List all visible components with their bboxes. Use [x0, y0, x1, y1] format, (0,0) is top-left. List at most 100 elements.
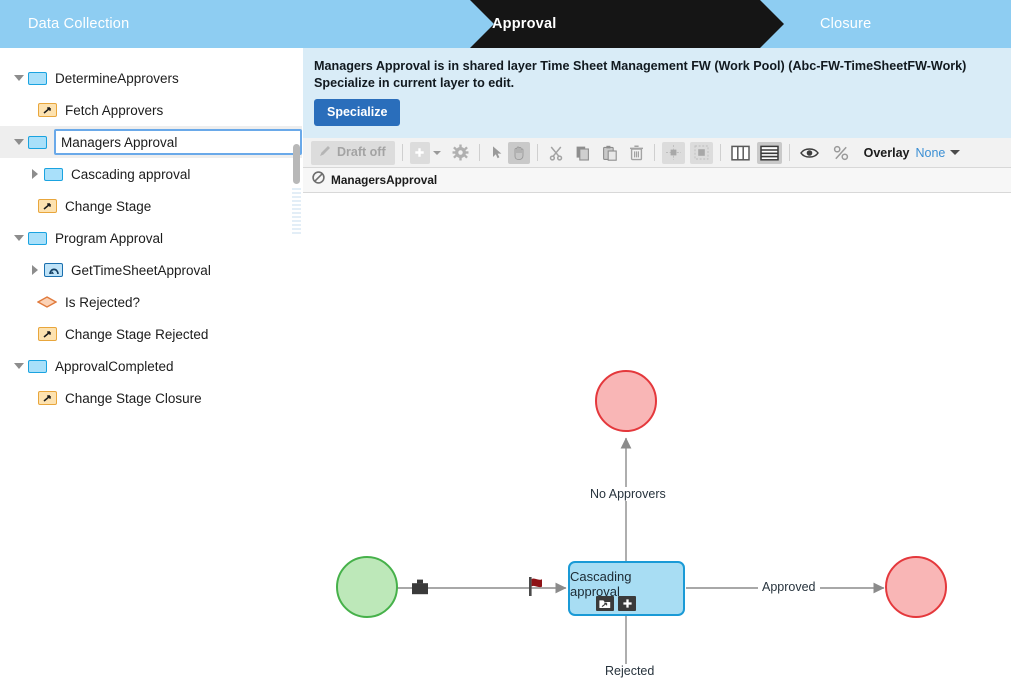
- stage-breadcrumb-bar: Data Collection Approval Closure: [0, 0, 1011, 48]
- twisty-down-icon[interactable]: [10, 139, 28, 145]
- breadcrumb-label: ManagersApproval: [331, 173, 438, 187]
- sidebar-scrollbar-thumb[interactable]: [293, 144, 300, 184]
- stage-item-data-collection[interactable]: Data Collection: [0, 0, 470, 48]
- tree-item-label: Program Approval: [55, 230, 164, 246]
- subprocess-badge-icon[interactable]: [596, 596, 614, 611]
- stage-icon: [28, 359, 47, 373]
- pan-tool-button[interactable]: [507, 141, 530, 164]
- chevron-down-icon[interactable]: [950, 150, 961, 155]
- task-icon: [38, 327, 57, 341]
- stage-tree-sidebar: DetermineApprovers Fetch Approvers Casca…: [0, 48, 303, 678]
- stage-icon: [28, 231, 47, 245]
- chevron-down-icon[interactable]: [432, 150, 441, 155]
- add-button[interactable]: [409, 141, 430, 164]
- stage-item-closure[interactable]: Closure: [790, 0, 1011, 48]
- preview-button[interactable]: [797, 142, 822, 164]
- end-node-approved[interactable]: [885, 556, 947, 618]
- main-panel: Managers Approval is in shared layer Tim…: [303, 48, 1011, 678]
- tree-item-gettimesheetapproval[interactable]: GetTimeSheetApproval: [0, 254, 302, 286]
- delete-button[interactable]: [626, 142, 647, 164]
- overlay-value[interactable]: None: [915, 146, 945, 160]
- columns-view-button[interactable]: [728, 142, 753, 164]
- task-icon: [38, 199, 57, 213]
- tree-item-label: Is Rejected?: [65, 294, 141, 310]
- diagram-toolbar: Draft off Overlay None: [303, 138, 1011, 168]
- stage-label: Closure: [820, 16, 872, 32]
- twisty-right-icon[interactable]: [26, 265, 44, 275]
- stage-item-approval[interactable]: Approval: [450, 0, 784, 48]
- stage-icon: [28, 71, 47, 85]
- draft-toggle-button[interactable]: Draft off: [311, 140, 395, 165]
- toolbar-divider: [719, 144, 721, 161]
- twisty-down-icon[interactable]: [10, 75, 28, 81]
- edge-label-rejected: Rejected: [601, 664, 659, 678]
- shared-layer-banner: Managers Approval is in shared layer Tim…: [303, 48, 1011, 138]
- banner-message-line1: Managers Approval is in shared layer Tim…: [314, 59, 967, 73]
- stage-icon: [44, 167, 63, 181]
- diagram-breadcrumb: ManagersApproval: [303, 168, 1011, 193]
- task-icon: [38, 391, 57, 405]
- percent-button[interactable]: [830, 142, 852, 164]
- rows-view-button[interactable]: [756, 141, 782, 164]
- stage-tree: DetermineApprovers Fetch Approvers Casca…: [0, 48, 302, 414]
- toolbar-divider: [788, 144, 790, 161]
- stage-icon: [28, 135, 47, 149]
- gear-button[interactable]: [449, 142, 472, 164]
- add-badge-icon[interactable]: [618, 596, 636, 611]
- edge-label-no-approvers: No Approvers: [586, 487, 670, 501]
- tree-item-cascading-approval[interactable]: Cascading approval: [0, 158, 302, 190]
- end-node-no-approvers[interactable]: [595, 370, 657, 432]
- tree-item-change-stage-closure[interactable]: Change Stage Closure: [0, 382, 302, 414]
- start-node[interactable]: [336, 556, 398, 618]
- paste-button[interactable]: [599, 142, 621, 164]
- select-tool-button[interactable]: [487, 142, 508, 164]
- tree-item-label: Change Stage Rejected: [65, 326, 209, 342]
- specialize-button[interactable]: Specialize: [314, 99, 401, 126]
- tree-item-label: Fetch Approvers: [65, 102, 164, 118]
- red-flag-icon: [525, 574, 549, 605]
- twisty-down-icon[interactable]: [10, 363, 28, 369]
- sidebar-scrollbar-track[interactable]: [293, 52, 300, 652]
- tree-item-change-stage-rejected[interactable]: Change Stage Rejected: [0, 318, 302, 350]
- stage-label: Data Collection: [28, 16, 130, 32]
- tree-item-approvalcompleted[interactable]: ApprovalCompleted: [0, 350, 302, 382]
- application-window: Data Collection Approval Closure Determi…: [0, 0, 1011, 678]
- node-label: Cascading approval: [570, 568, 632, 599]
- stage-name-input[interactable]: [54, 129, 302, 155]
- twisty-down-icon[interactable]: [10, 235, 28, 241]
- tree-item-label: DetermineApprovers: [55, 70, 179, 86]
- pencil-icon: [318, 144, 332, 161]
- tree-item-label: Change Stage: [65, 198, 152, 214]
- briefcase-icon: [409, 576, 431, 603]
- toolbar-divider: [653, 144, 655, 161]
- banner-message-line2: Specialize in current layer to edit.: [314, 76, 515, 90]
- blocked-icon: [312, 171, 325, 189]
- decision-icon: [37, 296, 57, 308]
- cut-button[interactable]: [545, 142, 567, 164]
- toolbar-divider: [401, 144, 403, 161]
- edge-label-approved: Approved: [758, 580, 820, 594]
- sidebar-scrollbar-marks: [292, 188, 301, 236]
- overlay-caption: Overlay: [863, 145, 910, 160]
- tree-item-fetch-approvers[interactable]: Fetch Approvers: [0, 94, 302, 126]
- toolbar-divider: [536, 144, 538, 161]
- process-diagram-canvas[interactable]: No Approvers Cascading approval Approved: [303, 193, 1011, 678]
- tree-item-program-approval[interactable]: Program Approval: [0, 222, 302, 254]
- tree-item-label: GetTimeSheetApproval: [71, 262, 211, 278]
- task-icon: [38, 103, 57, 117]
- tree-item-label: ApprovalCompleted: [55, 358, 174, 374]
- tree-item-managers-approval[interactable]: [0, 126, 302, 158]
- toolbar-divider: [478, 144, 480, 161]
- tree-item-is-rejected[interactable]: Is Rejected?: [0, 286, 302, 318]
- tree-item-change-stage[interactable]: Change Stage: [0, 190, 302, 222]
- twisty-right-icon[interactable]: [26, 169, 44, 179]
- subcase-icon: [44, 263, 63, 277]
- process-node-cascading-approval[interactable]: Cascading approval: [568, 561, 685, 616]
- tree-item-label: Cascading approval: [71, 166, 191, 182]
- tree-item-label: Change Stage Closure: [65, 390, 202, 406]
- tree-item-determineapprovers[interactable]: DetermineApprovers: [0, 62, 302, 94]
- copy-button[interactable]: [572, 142, 594, 164]
- align-button[interactable]: [661, 141, 685, 164]
- draft-label: Draft off: [337, 145, 386, 159]
- distribute-button[interactable]: [689, 141, 713, 164]
